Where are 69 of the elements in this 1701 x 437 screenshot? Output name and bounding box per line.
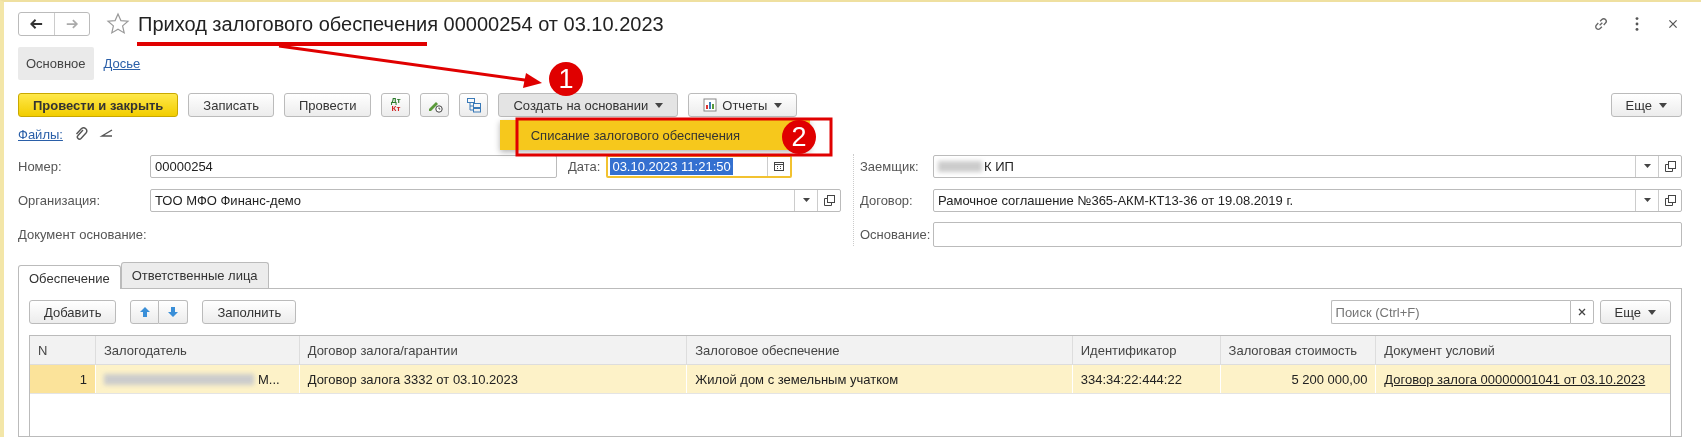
files-link[interactable]: Файлы: xyxy=(18,126,63,142)
link-icon[interactable] xyxy=(1592,15,1610,33)
search-field[interactable]: Поиск (Ctrl+F) xyxy=(1330,300,1570,324)
borrower-field[interactable]: К ИП xyxy=(933,154,1682,178)
reports-button[interactable]: Отчеты xyxy=(688,93,798,117)
toolbar-button[interactable]: Провести xyxy=(283,93,372,117)
section-tab[interactable]: Основное xyxy=(18,46,94,80)
fill-button[interactable]: Заполнить xyxy=(202,300,297,324)
dropdown-caret-icon[interactable] xyxy=(802,198,810,202)
step-marker: 2 xyxy=(782,120,816,154)
field-label: Основание: xyxy=(860,226,932,242)
field-label: Номер: xyxy=(18,158,63,174)
move-down-button[interactable] xyxy=(159,300,189,324)
column-header[interactable]: N xyxy=(30,336,95,364)
open-icon[interactable] xyxy=(1664,194,1676,206)
open-icon[interactable] xyxy=(1664,160,1676,172)
column-header[interactable]: Договор залога/гарантии xyxy=(298,336,687,364)
field-label: Договор: xyxy=(860,192,914,208)
column-header[interactable]: Залоговое обеспечение xyxy=(686,336,1072,364)
down-arrow-icon xyxy=(167,306,180,318)
section-tab[interactable]: Досье xyxy=(95,46,149,80)
up-arrow-icon xyxy=(138,306,151,318)
column-header[interactable]: Документ условий xyxy=(1375,336,1670,364)
field-label: Организация: xyxy=(18,192,102,208)
tab[interactable]: Обеспечение xyxy=(18,265,121,289)
bar-chart-icon xyxy=(703,98,718,112)
post-and-close-button[interactable]: Провести и закрыть xyxy=(18,93,179,117)
table-row[interactable]: 1 М... Договор залога 3332 от 03.10.2023 Жилой дом с земельным учатком 334:34:22:444:22 5 200 000,00 Договор залога 00000001041 от 03.10.2023 xyxy=(30,365,1670,394)
toolbar-button[interactable]: Записать xyxy=(188,93,274,117)
dt-kt-button[interactable]: Дт Кт xyxy=(381,93,411,117)
open-icon[interactable] xyxy=(823,194,835,206)
pencil-clock-icon xyxy=(428,102,438,111)
dropdown-caret-icon[interactable] xyxy=(1643,164,1651,168)
table-cell: М... xyxy=(257,371,280,387)
structure-button[interactable] xyxy=(459,93,489,117)
column-header[interactable]: Идентификатор xyxy=(1071,336,1220,364)
caret-icon xyxy=(1659,102,1667,108)
step-marker: 1 xyxy=(549,62,583,96)
table-cell: 5 200 000,00 xyxy=(1291,371,1368,387)
caret-icon xyxy=(1648,309,1656,315)
calendar-icon[interactable] xyxy=(774,161,785,171)
more-button[interactable]: Еще xyxy=(1599,300,1671,324)
field-label: Заемщик: xyxy=(860,158,920,174)
pencil-clock-button[interactable] xyxy=(420,93,450,117)
column-header[interactable]: Залоговая стоимость xyxy=(1219,336,1376,364)
caret-icon xyxy=(774,102,783,108)
table-cell: 1 xyxy=(79,371,87,387)
field-label: Дата: xyxy=(568,158,601,174)
clear-icon xyxy=(1577,308,1586,316)
star-icon[interactable] xyxy=(106,12,130,36)
field-label: Документ основание: xyxy=(18,226,147,242)
dropdown-caret-icon[interactable] xyxy=(1643,198,1651,202)
document-link[interactable]: Договор залога 00000001041 от 03.10.2023 xyxy=(1384,371,1646,387)
basis-field[interactable] xyxy=(933,221,1682,247)
hierarchy-icon xyxy=(465,97,482,113)
organization-field[interactable]: ТОО МФО Финанс-демо xyxy=(150,188,841,212)
table-cell: Договор залога 3332 от 03.10.2023 xyxy=(307,371,518,387)
column-header[interactable]: Залогодатель xyxy=(94,336,299,364)
tab[interactable]: Ответственные лица xyxy=(120,262,269,288)
window-title: Приход залогового обеспечения 00000254 от 03.10.2023 xyxy=(138,12,664,36)
more-button[interactable]: Еще xyxy=(1610,93,1682,117)
contract-field[interactable]: Рамочное соглашение №365-АКМ-КТ13-36 от 19.08.2019 г. xyxy=(933,188,1682,212)
table-cell: Жилой дом с земельным учатком xyxy=(695,371,899,387)
number-field[interactable]: 00000254 xyxy=(150,154,557,178)
move-up-button[interactable] xyxy=(130,300,160,324)
create-based-on-button[interactable]: Создать на основании xyxy=(498,93,679,117)
caret-icon xyxy=(655,102,664,108)
add-button[interactable]: Добавить xyxy=(29,300,117,324)
table-cell: 334:34:22:444:22 xyxy=(1080,371,1182,387)
